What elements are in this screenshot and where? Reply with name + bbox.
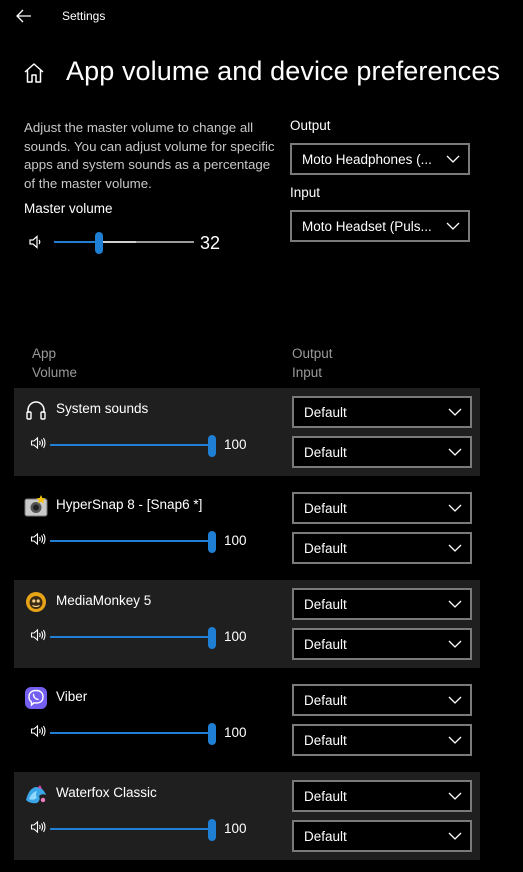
app-input-value: Default — [304, 733, 347, 748]
app-volume-value: 100 — [224, 821, 247, 836]
chevron-down-icon — [448, 544, 462, 552]
slider-thumb[interactable] — [208, 819, 216, 841]
app-row-mediamonkey: MediaMonkey 5 100 Default Default — [14, 580, 480, 668]
chevron-down-icon — [448, 600, 462, 608]
app-input-dropdown[interactable]: Default — [292, 820, 472, 852]
slider-fill — [50, 636, 212, 638]
waterfox-icon — [26, 785, 46, 804]
input-device-value: Moto Headset (Puls... — [302, 219, 432, 234]
slider-fill — [50, 828, 212, 830]
master-volume-value: 32 — [200, 233, 221, 253]
back-arrow-icon[interactable] — [14, 6, 34, 26]
page-title: App volume and device preferences — [66, 56, 501, 86]
app-volume-slider[interactable] — [50, 531, 216, 553]
slider-fill — [50, 540, 212, 542]
app-row-viber: Viber 100 Default Default — [14, 676, 480, 764]
slider-thumb[interactable] — [208, 627, 216, 649]
headphones-icon — [26, 401, 46, 420]
master-volume-label: Master volume — [24, 201, 113, 216]
slider-thumb[interactable] — [208, 435, 216, 457]
app-name: HyperSnap 8 - [Snap6 *] — [56, 497, 203, 512]
app-output-value: Default — [304, 693, 347, 708]
app-volume-value: 100 — [224, 437, 247, 452]
app-output-dropdown[interactable]: Default — [292, 588, 472, 620]
title-bar: Settings — [0, 0, 523, 32]
app-output-value: Default — [304, 789, 347, 804]
app-volume-slider[interactable] — [50, 819, 216, 841]
speaker-icon[interactable] — [30, 723, 46, 739]
input-device-dropdown[interactable]: Moto Headset (Puls... — [290, 210, 470, 242]
column-heading-output-input: Output Input — [292, 344, 333, 382]
chevron-down-icon — [448, 736, 462, 744]
chevron-down-icon — [448, 504, 462, 512]
app-output-value: Default — [304, 501, 347, 516]
viber-icon — [25, 687, 47, 709]
app-volume-slider[interactable] — [50, 627, 216, 649]
speaker-icon[interactable] — [28, 234, 44, 250]
chevron-down-icon — [448, 832, 462, 840]
app-input-dropdown[interactable]: Default — [292, 532, 472, 564]
app-row-system-sounds: System sounds 100 Default Default — [14, 388, 480, 476]
app-input-dropdown[interactable]: Default — [292, 724, 472, 756]
page-description: Adjust the master volume to change all s… — [24, 120, 275, 191]
slider-thumb[interactable] — [208, 723, 216, 745]
chevron-down-icon — [448, 640, 462, 648]
chevron-down-icon — [448, 792, 462, 800]
speaker-icon[interactable] — [30, 627, 46, 643]
app-row-waterfox: Waterfox Classic 100 Default Default — [14, 772, 480, 860]
input-label: Input — [290, 185, 321, 200]
window-title: Settings — [62, 9, 106, 23]
slider-fill — [50, 732, 212, 734]
output-device-dropdown[interactable]: Moto Headphones (... — [290, 143, 470, 175]
app-volume-value: 100 — [224, 725, 247, 740]
speaker-icon[interactable] — [30, 531, 46, 547]
speaker-icon[interactable] — [30, 435, 46, 451]
app-name: MediaMonkey 5 — [56, 593, 152, 608]
chevron-down-icon — [448, 448, 462, 456]
output-label: Output — [290, 118, 331, 133]
app-input-value: Default — [304, 637, 347, 652]
home-icon[interactable] — [22, 61, 46, 85]
app-name: Waterfox Classic — [56, 785, 157, 800]
app-volume-slider[interactable] — [50, 435, 216, 457]
chevron-down-icon — [446, 222, 460, 230]
app-volume-value: 100 — [224, 533, 247, 548]
column-heading-app: App — [32, 346, 57, 361]
speaker-icon[interactable] — [30, 819, 46, 835]
app-input-value: Default — [304, 541, 347, 556]
app-input-value: Default — [304, 445, 347, 460]
column-heading-output: Output — [292, 346, 333, 361]
slider-fill — [50, 444, 212, 446]
app-name: System sounds — [56, 401, 149, 416]
app-output-dropdown[interactable]: Default — [292, 396, 472, 428]
app-output-value: Default — [304, 405, 347, 420]
app-volume-value: 100 — [224, 629, 247, 644]
app-input-dropdown[interactable]: Default — [292, 436, 472, 468]
app-row-hypersnap: HyperSnap 8 - [Snap6 *] 100 Default Defa… — [14, 484, 480, 572]
slider-fill — [54, 241, 99, 243]
mediamonkey-icon — [26, 592, 46, 612]
app-input-dropdown[interactable]: Default — [292, 628, 472, 660]
chevron-down-icon — [446, 155, 460, 163]
app-output-dropdown[interactable]: Default — [292, 780, 472, 812]
slider-peak-meter — [100, 241, 136, 243]
app-output-value: Default — [304, 597, 347, 612]
chevron-down-icon — [448, 408, 462, 416]
column-heading-app-volume: App Volume — [32, 344, 77, 382]
column-heading-input: Input — [292, 365, 323, 380]
slider-thumb[interactable] — [94, 232, 103, 254]
column-heading-volume: Volume — [32, 365, 78, 380]
master-volume-slider[interactable] — [54, 232, 194, 254]
output-device-value: Moto Headphones (... — [302, 152, 432, 167]
slider-thumb[interactable] — [208, 531, 216, 553]
app-output-dropdown[interactable]: Default — [292, 684, 472, 716]
app-name: Viber — [56, 689, 88, 704]
app-volume-slider[interactable] — [50, 723, 216, 745]
chevron-down-icon — [448, 696, 462, 704]
hypersnap-icon — [24, 495, 48, 517]
app-input-value: Default — [304, 829, 347, 844]
app-output-dropdown[interactable]: Default — [292, 492, 472, 524]
